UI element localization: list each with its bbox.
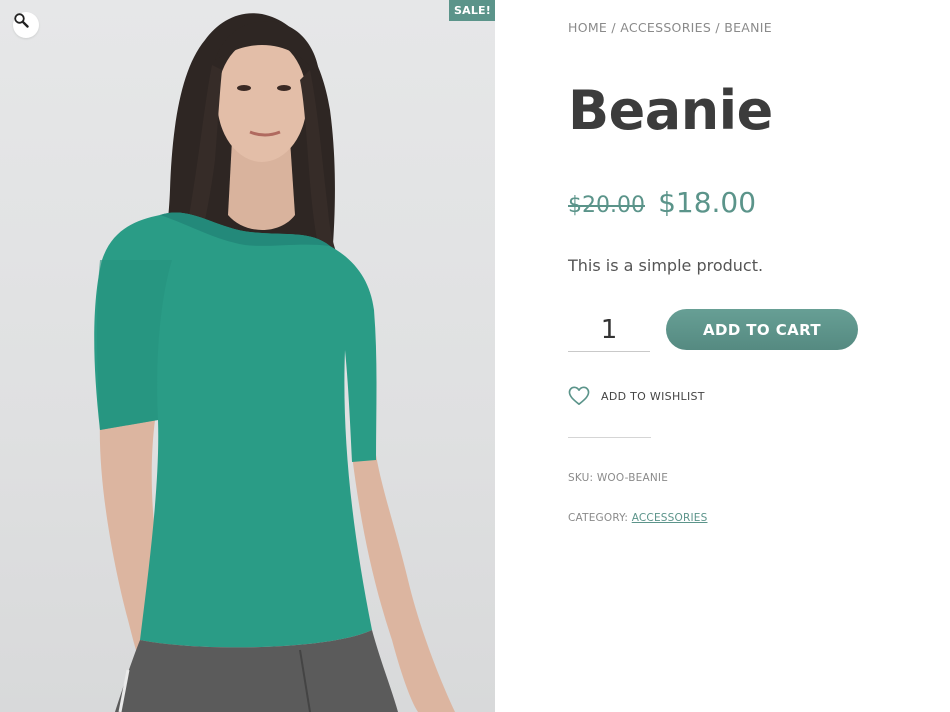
breadcrumb-accessories[interactable]: ACCESSORIES: [620, 20, 711, 35]
wishlist-label: ADD TO WISHLIST: [601, 389, 705, 403]
breadcrumb-separator: /: [715, 20, 720, 35]
breadcrumb-separator: /: [611, 20, 616, 35]
zoom-button[interactable]: [13, 12, 39, 38]
category-label: CATEGORY:: [568, 512, 629, 524]
short-description: This is a simple product.: [568, 256, 764, 275]
breadcrumb-home[interactable]: HOME: [568, 20, 607, 35]
divider: [568, 437, 651, 438]
category-link[interactable]: ACCESSORIES: [632, 512, 708, 524]
breadcrumb: HOME / ACCESSORIES / BEANIE: [568, 20, 772, 35]
add-to-cart-button[interactable]: ADD TO CART: [666, 309, 858, 350]
heart-outline-icon: [568, 386, 590, 405]
magnifier-icon: [14, 13, 29, 28]
sale-badge: SALE!: [449, 0, 495, 21]
product-category: CATEGORY: ACCESSORIES: [568, 512, 707, 524]
breadcrumb-current: BEANIE: [724, 20, 772, 35]
regular-price: $20.00: [568, 193, 645, 218]
product-gallery: SALE!: [0, 0, 495, 712]
product-title: Beanie: [568, 79, 773, 142]
quantity-input[interactable]: [568, 308, 650, 352]
sale-price: $18.00: [658, 186, 757, 219]
sku-label: SKU:: [568, 472, 594, 484]
add-to-wishlist-link[interactable]: ADD TO WISHLIST: [568, 386, 705, 406]
product-summary: HOME / ACCESSORIES / BEANIE Beanie $20.0…: [568, 0, 938, 712]
product-price: $20.00 $18.00: [568, 186, 756, 219]
sku-value: WOO-BEANIE: [596, 472, 669, 484]
product-sku: SKU: WOO-BEANIE: [568, 472, 668, 484]
product-page: SALE! HOME / ACCESSORIES / BEANIE Beanie…: [0, 0, 950, 712]
product-photo: [94, 13, 455, 712]
